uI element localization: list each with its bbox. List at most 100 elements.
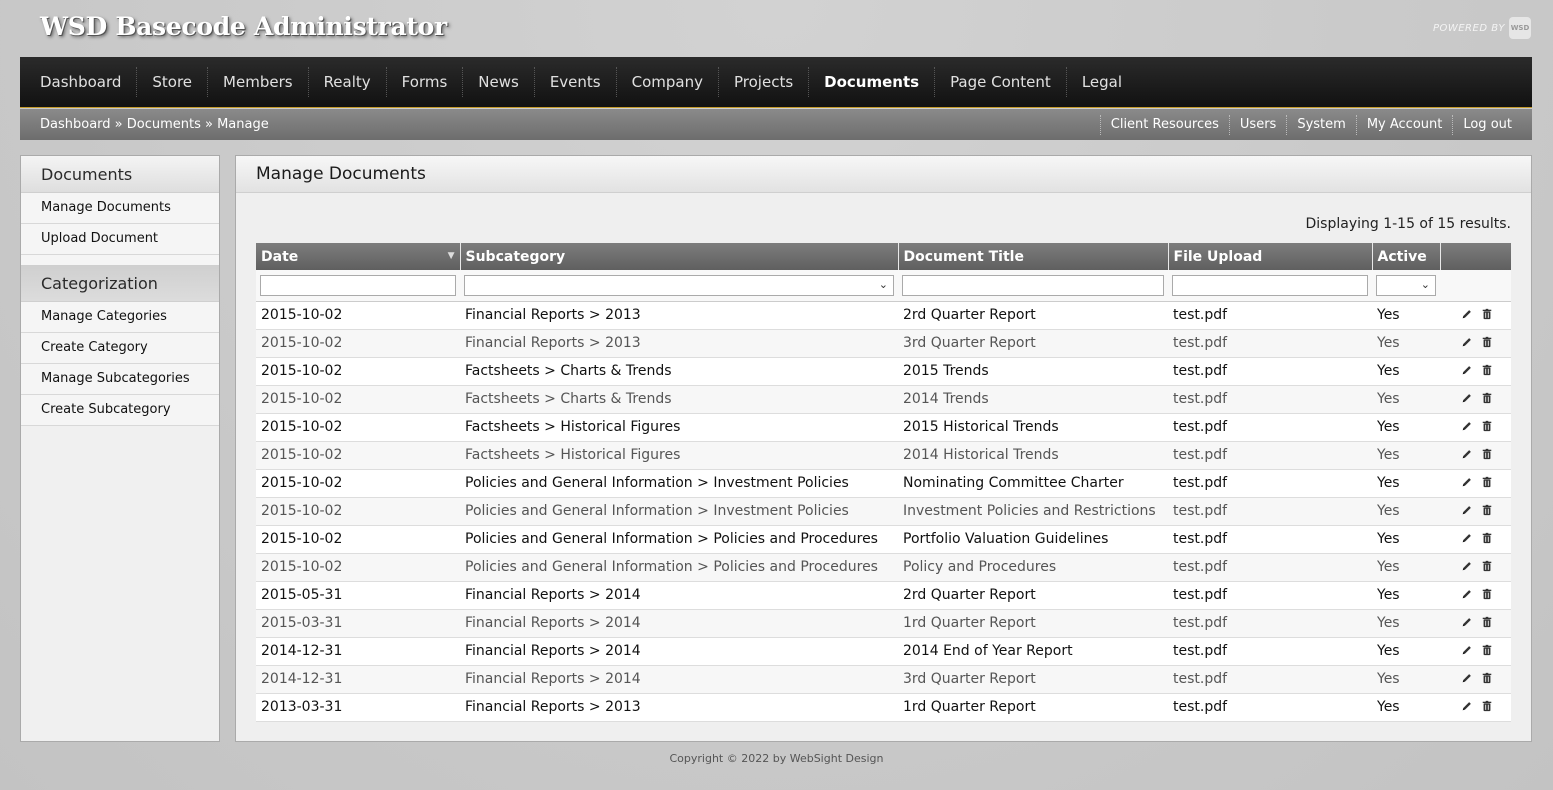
filter-file-input[interactable] — [1172, 275, 1368, 296]
nav-item-company[interactable]: Company — [617, 67, 719, 97]
table-row: 2015-05-31 Financial Reports > 2014 2rd Qu… — [256, 581, 1511, 610]
cell-active: Yes — [1372, 385, 1440, 414]
cell-date: 2015-10-02 — [256, 497, 460, 526]
column-header-label: Document Title — [903, 248, 1024, 265]
edit-pencil-icon[interactable] — [1459, 532, 1473, 546]
delete-trash-icon[interactable] — [1479, 364, 1493, 378]
nav-item-forms[interactable]: Forms — [387, 67, 464, 97]
sidebar-item-create-category[interactable]: Create Category — [21, 333, 219, 364]
sidebar-item-manage-documents[interactable]: Manage Documents — [21, 193, 219, 224]
filter-title-input[interactable] — [902, 275, 1164, 296]
cell-title: 1rd Quarter Report — [898, 609, 1168, 638]
delete-trash-icon[interactable] — [1479, 588, 1493, 602]
table-row: 2015-10-02 Factsheets > Charts & Trends 20… — [256, 357, 1511, 386]
sidebar-item-create-subcategory[interactable]: Create Subcategory — [21, 395, 219, 426]
cell-file: test.pdf — [1168, 469, 1372, 498]
nav-item-events[interactable]: Events — [535, 67, 617, 97]
nav-item-store[interactable]: Store — [137, 67, 209, 97]
delete-trash-icon[interactable] — [1479, 672, 1493, 686]
column-header-date[interactable]: Date ▼ — [256, 243, 461, 270]
cell-file: test.pdf — [1168, 301, 1372, 330]
cell-subcategory: Factsheets > Historical Figures — [460, 441, 898, 470]
link-users[interactable]: Users — [1228, 114, 1286, 135]
column-header-file-upload[interactable]: File Upload — [1168, 243, 1373, 270]
filter-date-input[interactable] — [260, 275, 456, 296]
delete-trash-icon[interactable] — [1479, 560, 1493, 574]
filter-active-select[interactable]: ⌄ — [1376, 274, 1436, 296]
cell-title: 2014 Historical Trends — [898, 441, 1168, 470]
cell-subcategory: Factsheets > Charts & Trends — [460, 385, 898, 414]
sidebar-item-manage-subcategories[interactable]: Manage Subcategories — [21, 364, 219, 395]
cell-file: test.pdf — [1168, 329, 1372, 358]
edit-pencil-icon[interactable] — [1459, 504, 1473, 518]
cell-actions — [1440, 693, 1511, 722]
delete-trash-icon[interactable] — [1479, 616, 1493, 630]
cell-actions — [1440, 441, 1511, 470]
cell-title: 2rd Quarter Report — [898, 301, 1168, 330]
nav-item-members[interactable]: Members — [208, 67, 309, 97]
edit-pencil-icon[interactable] — [1459, 700, 1473, 714]
cell-active: Yes — [1372, 441, 1440, 470]
delete-trash-icon[interactable] — [1479, 700, 1493, 714]
cell-date: 2014-12-31 — [256, 665, 460, 694]
delete-trash-icon[interactable] — [1479, 448, 1493, 462]
cell-actions — [1440, 385, 1511, 414]
cell-actions — [1440, 525, 1511, 554]
nav-item-realty[interactable]: Realty — [309, 67, 387, 97]
cell-subcategory: Financial Reports > 2014 — [460, 609, 898, 638]
delete-trash-icon[interactable] — [1479, 392, 1493, 406]
column-header-subcategory[interactable]: Subcategory — [460, 243, 899, 270]
sidebar-item-upload-document[interactable]: Upload Document — [21, 224, 219, 255]
delete-trash-icon[interactable] — [1479, 336, 1493, 350]
table-row: 2015-10-02 Policies and General Informati… — [256, 525, 1511, 554]
edit-pencil-icon[interactable] — [1459, 364, 1473, 378]
cell-active: Yes — [1372, 301, 1440, 330]
cell-actions — [1440, 357, 1511, 386]
delete-trash-icon[interactable] — [1479, 644, 1493, 658]
filter-subcategory-select[interactable]: ⌄ — [464, 274, 894, 296]
wsd-logo: WSD — [1509, 17, 1531, 39]
delete-trash-icon[interactable] — [1479, 532, 1493, 546]
edit-pencil-icon[interactable] — [1459, 644, 1473, 658]
nav-item-legal[interactable]: Legal — [1067, 67, 1137, 97]
link-my-account[interactable]: My Account — [1355, 114, 1453, 135]
cell-active: Yes — [1372, 469, 1440, 498]
cell-subcategory: Policies and General Information > Inves… — [460, 497, 898, 526]
link-system[interactable]: System — [1286, 114, 1355, 135]
edit-pencil-icon[interactable] — [1459, 448, 1473, 462]
delete-trash-icon[interactable] — [1479, 476, 1493, 490]
edit-pencil-icon[interactable] — [1459, 476, 1473, 490]
nav-item-documents[interactable]: Documents — [809, 67, 936, 97]
nav-item-dashboard[interactable]: Dashboard — [25, 67, 138, 97]
cell-date: 2015-10-02 — [256, 525, 460, 554]
table-row: 2013-03-31 Financial Reports > 2013 1rd Qu… — [256, 693, 1511, 722]
edit-pencil-icon[interactable] — [1459, 308, 1473, 322]
link-client-resources[interactable]: Client Resources — [1099, 114, 1229, 135]
breadcrumb-documents[interactable]: Documents — [127, 117, 201, 132]
delete-trash-icon[interactable] — [1479, 420, 1493, 434]
edit-pencil-icon[interactable] — [1459, 588, 1473, 602]
edit-pencil-icon[interactable] — [1459, 672, 1473, 686]
edit-pencil-icon[interactable] — [1459, 392, 1473, 406]
nav-item-news[interactable]: News — [463, 67, 535, 97]
cell-active: Yes — [1372, 665, 1440, 694]
column-header-active[interactable]: Active — [1372, 243, 1441, 270]
cell-date: 2015-10-02 — [256, 385, 460, 414]
powered-by-text: POWERED BY — [1432, 22, 1505, 34]
table-row: 2014-12-31 Financial Reports > 2014 3rd Qu… — [256, 665, 1511, 694]
sidebar-item-manage-categories[interactable]: Manage Categories — [21, 302, 219, 333]
cell-file: test.pdf — [1168, 385, 1372, 414]
link-log-out[interactable]: Log out — [1452, 114, 1522, 135]
edit-pencil-icon[interactable] — [1459, 616, 1473, 630]
edit-pencil-icon[interactable] — [1459, 560, 1473, 574]
breadcrumb-dashboard[interactable]: Dashboard — [40, 117, 111, 132]
edit-pencil-icon[interactable] — [1459, 420, 1473, 434]
nav-item-page-content[interactable]: Page Content — [935, 67, 1067, 97]
column-header-document-title[interactable]: Document Title — [898, 243, 1169, 270]
delete-trash-icon[interactable] — [1479, 308, 1493, 322]
delete-trash-icon[interactable] — [1479, 504, 1493, 518]
nav-item-projects[interactable]: Projects — [719, 67, 810, 97]
edit-pencil-icon[interactable] — [1459, 336, 1473, 350]
cell-title: 2015 Historical Trends — [898, 413, 1168, 442]
filter-row: ⌄ ⌄ — [256, 270, 1511, 302]
